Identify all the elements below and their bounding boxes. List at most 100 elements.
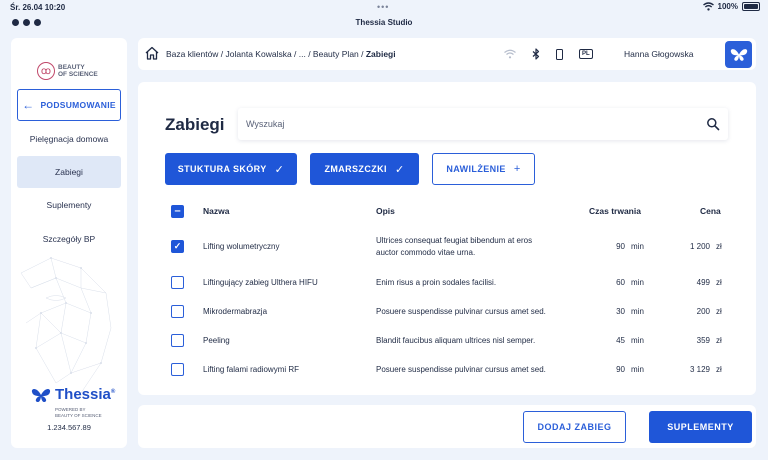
row-checkbox[interactable]	[171, 363, 184, 376]
treatment-duration: 90	[616, 242, 625, 251]
thessia-logo: Thessia®	[31, 386, 115, 403]
select-all-checkbox[interactable]: –	[171, 205, 184, 218]
user-name[interactable]: Hanna Głogowska	[624, 49, 693, 59]
minus-icon: –	[174, 205, 181, 217]
treatment-name: Mikrodermabrazja	[203, 307, 268, 316]
app-title: Thessia Studio	[355, 18, 413, 27]
treatments-panel: Zabiegi STUKTURA SKÓRY✓ ZMARSZCZKI✓ NAWI…	[138, 82, 756, 395]
duration-unit: min	[631, 365, 644, 374]
battery-icon	[742, 2, 760, 11]
butterfly-logo-icon	[31, 388, 51, 402]
filter-chip-hydration[interactable]: NAWILŻENIE +	[432, 153, 535, 185]
phone-icon[interactable]	[556, 48, 563, 60]
treatment-price: 499	[696, 278, 710, 287]
price-currency: zł	[716, 336, 722, 345]
butterfly-logo-icon[interactable]	[725, 41, 752, 68]
column-header-name[interactable]: Nazwa	[203, 206, 229, 216]
status-right: 100%	[702, 2, 760, 11]
clock: Śr. 26.04 10:20	[10, 3, 66, 12]
treatment-description: Enim risus a proin sodales facilisi.	[376, 278, 497, 287]
brand-line-2: OF SCIENCE	[58, 71, 98, 78]
bluetooth-icon[interactable]	[532, 48, 540, 60]
powered-by: POWERED BY BEAUTY OF SCIENCE	[55, 407, 102, 418]
page-title: Zabiegi	[165, 115, 225, 134]
price-currency: zł	[716, 365, 722, 374]
filter-chip-skin-structure[interactable]: STUKTURA SKÓRY ✓	[165, 153, 297, 185]
breadcrumb[interactable]: Baza klientów / Jolanta Kowalska / ... /…	[166, 49, 396, 59]
treatment-name: Lifting falami radiowymi RF	[203, 365, 300, 374]
price-currency: zł	[716, 242, 722, 251]
filter-chip-wrinkles[interactable]: ZMARSZCZKI ✓	[310, 153, 419, 185]
sidebar-item-supplements[interactable]: Suplementy	[17, 189, 121, 221]
check-icon: ✓	[394, 163, 405, 176]
add-treatment-button[interactable]: DODAJ ZABIEG	[523, 411, 626, 443]
treatment-duration: 45	[616, 336, 625, 345]
duration-unit: min	[631, 242, 644, 251]
status-bar: Śr. 26.04 10:20 ••• 100%	[0, 0, 768, 16]
duration-unit: min	[631, 307, 644, 316]
battery-percent: 100%	[717, 2, 738, 11]
treatment-duration: 60	[616, 278, 625, 287]
row-checkbox[interactable]	[171, 276, 184, 289]
treatment-price: 200	[696, 307, 710, 316]
duration-unit: min	[631, 336, 644, 345]
title-bar: Thessia Studio	[0, 16, 768, 30]
beauty-of-science-logo: ꝏ BEAUTY OF SCIENCE	[37, 62, 98, 80]
sidebar: ꝏ BEAUTY OF SCIENCE ← PODSUMOWANIE Pielęg…	[11, 38, 127, 448]
search-input[interactable]	[238, 108, 728, 140]
wifi-icon[interactable]	[504, 49, 516, 59]
treatment-duration: 90	[616, 365, 625, 374]
sidebar-item-home-care[interactable]: Pielęgnacja domowa	[17, 123, 121, 155]
battery-fill	[744, 4, 758, 9]
treatment-price: 3 129	[689, 365, 710, 374]
supplements-next-button[interactable]: SUPLEMENTY	[649, 411, 752, 443]
brand-mark-icon: ꝏ	[37, 62, 55, 80]
action-footer: DODAJ ZABIEG SUPLEMENTY	[138, 405, 756, 448]
row-checkbox[interactable]	[171, 305, 184, 318]
search-icon[interactable]	[706, 117, 720, 131]
top-header: Baza klientów / Jolanta Kowalska / ... /…	[138, 38, 756, 70]
treatment-description: Posuere suspendisse pulvinar cursus amet…	[376, 365, 546, 374]
home-icon[interactable]	[144, 45, 160, 61]
duration-unit: min	[631, 278, 644, 287]
plus-icon: +	[513, 163, 521, 175]
thessia-wordmark: Thessia®	[55, 386, 116, 403]
row-checkbox[interactable]: ✓	[171, 240, 184, 253]
sidebar-item-treatments[interactable]: Zabiegi	[17, 156, 121, 188]
sidebar-item-label: Szczegóły BP	[42, 234, 96, 244]
wifi-status-icon	[702, 2, 714, 11]
breadcrumb-current: Zabiegi	[365, 49, 396, 59]
treatment-name: Lifting wolumetryczny	[203, 242, 280, 251]
summary-back-button[interactable]: ← PODSUMOWANIE	[17, 89, 121, 121]
multitask-dots-icon[interactable]: •••	[377, 2, 389, 12]
price-currency: zł	[716, 307, 722, 316]
check-icon: ✓	[173, 241, 182, 251]
brand-line-1: BEAUTY	[58, 63, 85, 71]
treatment-price: 359	[696, 336, 710, 345]
row-checkbox[interactable]	[171, 334, 184, 347]
treatment-price: 1 200	[689, 242, 710, 251]
breadcrumb-path[interactable]: Baza klientów / Jolanta Kowalska / ... /…	[166, 49, 366, 59]
column-header-duration[interactable]: Czas trwania	[589, 206, 641, 216]
price-currency: zł	[716, 278, 722, 287]
summary-back-label: PODSUMOWANIE	[40, 100, 116, 110]
arrow-left-icon: ←	[22, 98, 35, 112]
check-icon: ✓	[274, 163, 285, 176]
support-phone: 1.234.567.89	[47, 423, 91, 432]
treatment-name: Liftingujący zabieg Ulthera HIFU	[203, 278, 318, 287]
language-badge[interactable]: PL	[579, 49, 593, 59]
treatment-duration: 30	[616, 307, 625, 316]
sidebar-item-bp-details[interactable]: Szczegóły BP	[17, 223, 121, 255]
sidebar-item-label: Pielęgnacja domowa	[29, 134, 109, 144]
face-wireframe-decoration	[20, 257, 112, 394]
treatment-description: Blandit faucibus aliquam ultrices nisl s…	[376, 336, 536, 345]
treatment-name: Peeling	[203, 336, 230, 345]
treatment-description: Ultrices consequat feugiat bibendum at e…	[376, 236, 533, 257]
device-status-icons: PL	[504, 46, 593, 62]
column-header-price[interactable]: Cena	[700, 206, 721, 216]
column-header-description[interactable]: Opis	[376, 206, 395, 216]
treatment-description: Posuere suspendisse pulvinar cursus amet…	[376, 307, 546, 316]
search-box[interactable]	[238, 108, 728, 140]
sidebar-item-label: Suplementy	[46, 200, 92, 210]
sidebar-item-label: Zabiegi	[55, 167, 83, 177]
